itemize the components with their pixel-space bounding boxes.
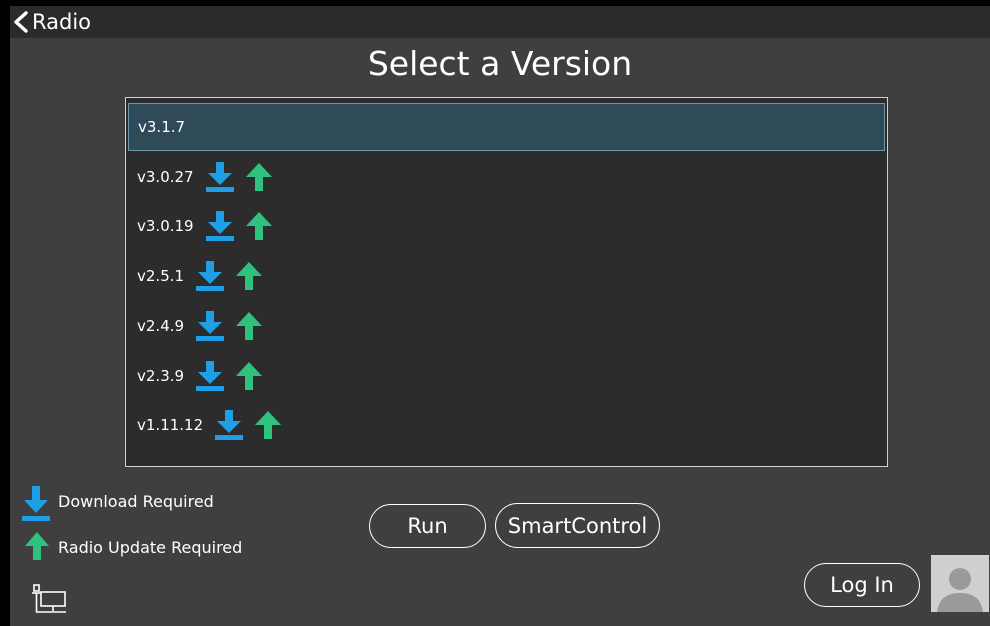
arrow-up-icon [245, 212, 272, 240]
login-button[interactable]: Log In [804, 563, 920, 607]
arrow-up-icon [25, 532, 49, 560]
back-label: Radio [32, 10, 92, 34]
version-status-icons [215, 410, 282, 440]
download-icon [196, 261, 225, 291]
version-status-icons [205, 162, 272, 192]
version-label: v1.11.12 [137, 416, 204, 434]
user-avatar-icon [931, 555, 989, 612]
run-button[interactable]: Run [369, 504, 486, 548]
version-label: v2.4.9 [137, 317, 185, 335]
download-icon [215, 410, 244, 440]
download-icon [22, 486, 50, 521]
version-label: v2.5.1 [137, 267, 185, 285]
version-label: v2.3.9 [137, 367, 185, 385]
version-label: v3.0.19 [137, 217, 194, 235]
user-avatar[interactable] [931, 555, 989, 612]
version-status-icons [196, 261, 263, 291]
version-row[interactable]: v3.0.27 [128, 153, 885, 201]
back-button[interactable]: Radio [12, 8, 91, 36]
legend-download-label: Download Required [58, 492, 214, 511]
version-row[interactable]: v2.3.9 [128, 352, 885, 400]
version-row[interactable]: v1.11.12 [128, 401, 885, 449]
page-title: Select a Version [367, 44, 633, 83]
chevron-left-icon [14, 11, 28, 33]
title-bar: Radio [10, 6, 990, 38]
version-status-icons [205, 211, 272, 241]
arrow-up-icon [236, 262, 263, 290]
arrow-up-icon [236, 362, 263, 390]
version-row[interactable]: v2.5.1 [128, 252, 885, 300]
download-icon [205, 162, 234, 192]
smartcontrol-button[interactable]: SmartControl [495, 503, 660, 548]
version-status-icons [196, 361, 263, 391]
version-row[interactable]: v3.1.7 [128, 103, 885, 151]
download-icon [205, 211, 234, 241]
left-edge [0, 6, 10, 626]
arrow-up-icon [255, 411, 282, 439]
version-row[interactable]: v2.4.9 [128, 302, 885, 350]
legend-update-label: Radio Update Required [58, 538, 243, 557]
arrow-up-icon [236, 312, 263, 340]
version-row[interactable]: v3.0.19 [128, 202, 885, 250]
arrow-up-icon [245, 163, 272, 191]
version-label: v3.1.7 [138, 118, 186, 136]
download-icon [196, 311, 225, 341]
download-icon [196, 361, 225, 391]
version-status-icons [196, 311, 263, 341]
version-list[interactable]: v3.1.7 v3.0.27 v3.0.19 v2.5.1 v2.4.9 v2.3.9 v1… [125, 97, 888, 467]
version-label: v3.0.27 [137, 168, 194, 186]
network-computer-icon[interactable] [28, 584, 68, 616]
